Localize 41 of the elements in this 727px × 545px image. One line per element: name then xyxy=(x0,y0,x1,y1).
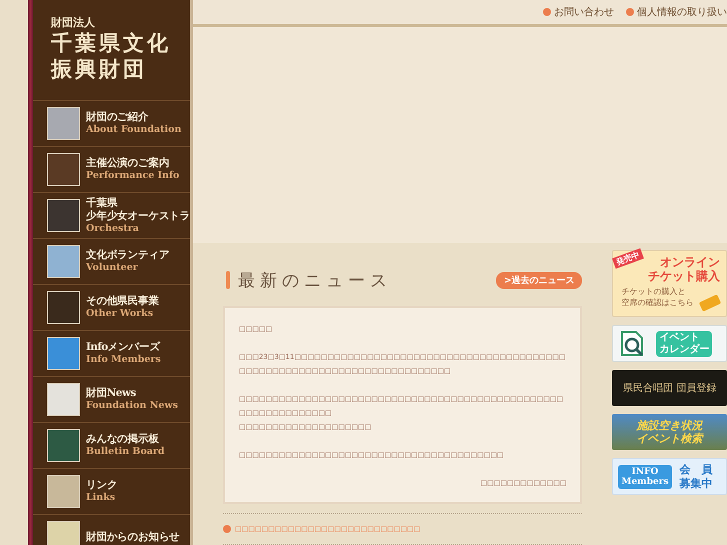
banner-title: 県民合唱団 団員登録 xyxy=(623,382,716,395)
photo-placeholder xyxy=(47,383,80,416)
nav-item[interactable]: みんなの掲示板 Bulletin Board xyxy=(33,422,190,468)
nav-item[interactable]: その他県民事業 Other Works xyxy=(33,284,190,330)
members-banner[interactable]: INFO Members 会 員 募集中 xyxy=(612,458,727,495)
ticket-banner[interactable]: 発売中 オンライン チケット購入 チケットの購入と 空席の確認はこちら xyxy=(612,250,727,317)
logo-title: 千葉県文化 xyxy=(51,30,172,56)
photo-placeholder xyxy=(47,291,80,324)
info-members-logo: INFO Members xyxy=(618,464,672,488)
header-link[interactable]: 個人情報の取り扱い xyxy=(626,5,727,20)
sale-badge: 発売中 xyxy=(612,248,644,269)
bullet-icon xyxy=(223,525,231,533)
banner-text: チケットの購入と 空席の確認はこちら xyxy=(620,286,694,308)
bullet-icon xyxy=(543,8,551,16)
photo-placeholder xyxy=(47,153,80,186)
nav-item[interactable]: 財団のご紹介 About Foundation xyxy=(33,100,190,146)
section-heading: 最新のニュース xyxy=(238,270,393,292)
logo-title: 振興財団 xyxy=(51,56,148,82)
photo-placeholder xyxy=(47,245,80,278)
photo-placeholder xyxy=(47,199,80,232)
header-link[interactable]: お問い合わせ xyxy=(543,5,614,20)
nav-item[interactable]: Infoメンバーズ Info Members xyxy=(33,330,190,376)
banner-title: イベント カレンダー xyxy=(656,330,712,356)
banner-title: オンライン チケット購入 xyxy=(648,254,721,283)
heading-bar-icon xyxy=(226,271,230,289)
bullet-icon xyxy=(626,8,634,16)
banner-title: 会 員 募集中 xyxy=(680,462,713,490)
nav-item[interactable]: 財団からのお知らせ xyxy=(33,514,190,545)
photo-placeholder xyxy=(47,475,80,508)
logo-kicker: 財団法人 xyxy=(51,16,96,30)
choir-banner[interactable]: 県民合唱団 団員登録 xyxy=(612,370,727,406)
nav-item[interactable]: 財団News Foundation News xyxy=(33,376,190,422)
photo-placeholder xyxy=(47,521,80,545)
nav-item[interactable]: 千葉県 少年少女オーケストラ Orchestra xyxy=(33,192,190,238)
banner-title: 施設空き状況 イベント検索 xyxy=(636,419,703,445)
photo-placeholder xyxy=(47,337,80,370)
nav-item[interactable]: 文化ボランティア Volunteer xyxy=(33,238,190,284)
nav-item[interactable]: 主催公演のご案内 Performance Info xyxy=(33,146,190,192)
photo-placeholder xyxy=(47,429,80,462)
photo-placeholder xyxy=(47,107,80,140)
nav-item[interactable]: リンク Links xyxy=(33,468,190,514)
